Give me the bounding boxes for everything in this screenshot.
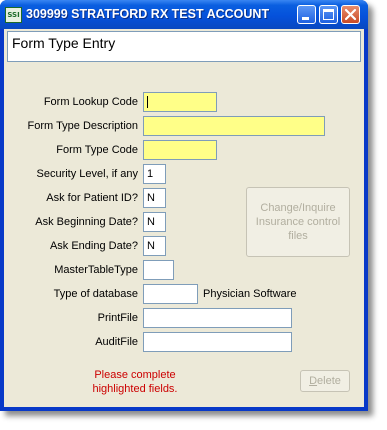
security-level-input[interactable]: 1: [143, 164, 166, 184]
change-inquire-line-2: Insurance control: [255, 216, 341, 228]
description-label: Form Type Description: [27, 120, 138, 132]
lookup-code-label: Form Lookup Code: [43, 96, 138, 108]
db-type-label: Type of database: [53, 288, 138, 300]
form-type-entry-window: SSI 309999 STRATFORD RX TEST ACCOUNT For…: [0, 0, 368, 411]
maximize-icon: [323, 9, 334, 20]
window-title: 309999 STRATFORD RX TEST ACCOUNT: [26, 7, 270, 21]
security-level-label: Security Level, if any: [36, 168, 139, 180]
change-inquire-insurance-button[interactable]: Change/Inquire Insurance control files: [246, 187, 350, 257]
delete-label: elete: [317, 375, 341, 387]
master-table-label: MasterTableType: [54, 264, 138, 276]
close-icon: [344, 8, 357, 21]
end-date-label: Ask Ending Date?: [49, 240, 138, 252]
type-code-label: Form Type Code: [56, 144, 138, 156]
db-type-description: Physician Software: [203, 288, 297, 300]
maximize-button[interactable]: [319, 5, 338, 24]
patient-id-label: Ask for Patient ID?: [46, 192, 138, 204]
type-code-input[interactable]: [143, 140, 217, 160]
delete-button[interactable]: Delete: [300, 370, 350, 392]
validation-line-2: highlighted fields.: [92, 383, 178, 395]
print-file-input[interactable]: [143, 308, 292, 328]
minimize-button[interactable]: [297, 5, 316, 24]
page-title: Form Type Entry: [12, 35, 116, 51]
text-caret: [147, 96, 148, 108]
end-date-input[interactable]: N: [143, 236, 166, 256]
close-button[interactable]: [341, 5, 360, 24]
begin-date-label: Ask Beginning Date?: [35, 216, 138, 228]
app-icon: SSI: [5, 7, 22, 23]
change-inquire-line-1: Change/Inquire: [260, 202, 336, 214]
print-file-label: PrintFile: [97, 312, 138, 324]
header-box: Form Type Entry: [7, 31, 361, 62]
form-panel: Form Type Entry Form Lookup Code Form Ty…: [4, 29, 364, 407]
change-inquire-line-3: files: [288, 230, 308, 242]
master-table-input[interactable]: [143, 260, 174, 280]
validation-message: Please complete highlighted fields.: [80, 368, 190, 396]
description-input[interactable]: [143, 116, 325, 136]
audit-file-label: AuditFile: [95, 336, 138, 348]
title-bar[interactable]: SSI 309999 STRATFORD RX TEST ACCOUNT: [0, 0, 368, 29]
begin-date-input[interactable]: N: [143, 212, 166, 232]
validation-line-1: Please complete: [94, 369, 176, 381]
minimize-icon: [302, 17, 309, 20]
lookup-code-input[interactable]: [143, 92, 217, 112]
db-type-input[interactable]: [143, 284, 198, 304]
delete-accelerator: D: [309, 375, 318, 387]
audit-file-input[interactable]: [143, 332, 292, 352]
patient-id-input[interactable]: N: [143, 188, 166, 208]
